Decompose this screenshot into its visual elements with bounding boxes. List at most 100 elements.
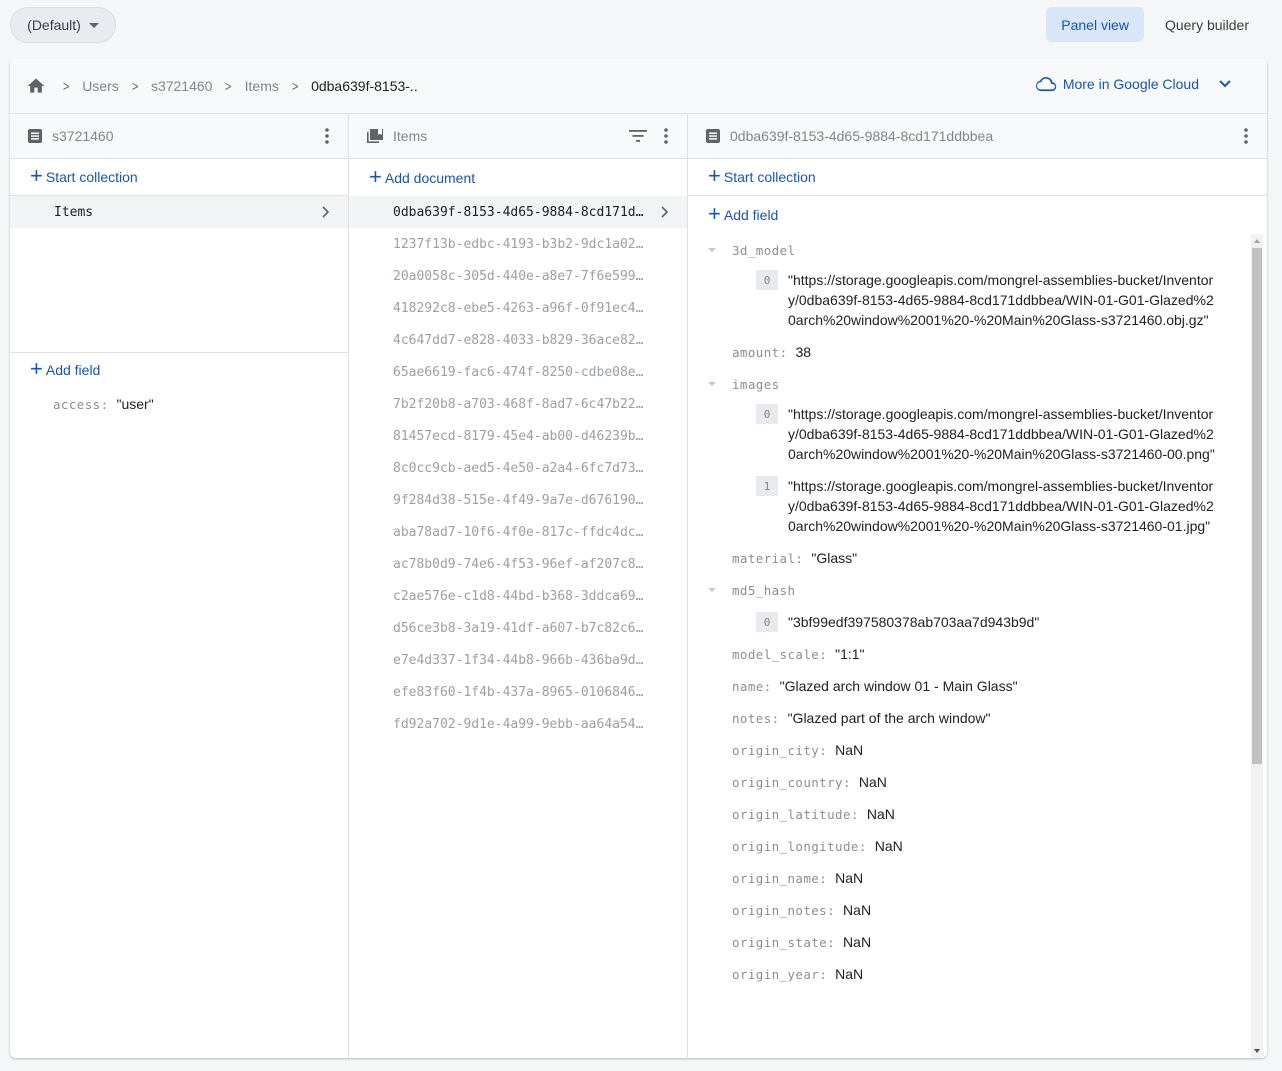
document-id: aba78ad7-10f6-4f0e-817c-ffdc4dc… [393, 524, 644, 540]
array-value: "3bf99edf397580378ab703aa7d943b9d" [788, 614, 1040, 630]
database-selector[interactable]: (Default) [10, 7, 116, 43]
user-fields-section: + Add field access: "user" [10, 352, 348, 421]
home-icon[interactable] [26, 76, 46, 96]
collection-name: Items [54, 204, 94, 220]
more-in-google-cloud-button[interactable]: More in Google Cloud [1035, 76, 1231, 92]
breadcrumb-user-doc[interactable]: s3721460 [151, 78, 213, 94]
add-document-label: Add document [384, 169, 476, 186]
document-item[interactable]: d56ce3b8-3a19-41df-a607-b7c82c6… [349, 612, 687, 644]
panel-header: 0dba639f-8153-4d65-9884-8cd171ddbbea [688, 114, 1267, 159]
document-item[interactable]: 1237f13b-edbc-4193-b3b2-9dc1a02… [349, 228, 687, 260]
field-value: "1:1" [835, 646, 865, 662]
document-list: 0dba639f-8153-4d65-9884-8cd171d… 1237f13… [349, 196, 687, 740]
field-row[interactable]: access: "user" [10, 387, 348, 421]
document-id: fd92a702-9d1e-4a99-9ebb-aa64a54… [393, 716, 644, 732]
field-key: origin_state: [732, 934, 836, 950]
field-row[interactable]: origin_notes: NaN [688, 894, 1249, 926]
document-item[interactable]: 65ae6619-fac6-474f-8250-cdbe08e… [349, 356, 687, 388]
start-collection-button[interactable]: + Start collection [688, 159, 1267, 196]
add-field-button[interactable]: + Add field [688, 196, 1267, 233]
field-row[interactable]: origin_name: NaN [688, 862, 1249, 894]
field-row[interactable]: origin_city: NaN [688, 734, 1249, 766]
field-row[interactable]: origin_year: NaN [688, 958, 1249, 990]
document-id: c2ae576e-c1d8-44bd-b368-3ddca69… [393, 588, 644, 604]
array-item[interactable]: 0 "3bf99edf397580378ab703aa7d943b9d" [688, 612, 1249, 632]
document-item[interactable]: 8c0cc9cb-aed5-4e50-a2a4-6fc7d73… [349, 452, 687, 484]
panel-title: s3721460 [52, 128, 114, 144]
array-item[interactable]: 0 "https://storage.googleapis.com/mongre… [688, 404, 1249, 464]
field-row[interactable]: origin_longitude: NaN [688, 830, 1249, 862]
breadcrumb-current-doc[interactable]: 0dba639f-8153-.. [311, 78, 418, 94]
collapse-triangle-icon[interactable] [708, 588, 716, 592]
document-item[interactable]: 4c647dd7-e828-4033-b829-36ace82… [349, 324, 687, 356]
array-value: "https://storage.googleapis.com/mongrel-… [788, 478, 1214, 534]
chevron-right-icon: > [291, 77, 299, 94]
scroll-down-arrow-icon[interactable] [1254, 1049, 1260, 1053]
field-value: "user" [116, 396, 154, 412]
document-item[interactable]: 7b2f20b8-a703-468f-8ad7-6c47b22… [349, 388, 687, 420]
field-value: NaN [835, 742, 864, 758]
more-options-icon[interactable] [1237, 127, 1255, 145]
scrollbar-thumb[interactable] [1252, 248, 1262, 764]
breadcrumb-users[interactable]: Users [82, 78, 119, 94]
array-value: "https://storage.googleapis.com/mongrel-… [788, 272, 1214, 328]
add-document-button[interactable]: + Add document [349, 159, 687, 196]
field-row-images[interactable]: images [688, 368, 1249, 400]
document-item[interactable]: ac78b0d9-74e6-4f53-96ef-af207c8… [349, 548, 687, 580]
collapse-triangle-icon[interactable] [708, 248, 716, 252]
chevron-right-icon [661, 206, 669, 218]
more-options-icon[interactable] [657, 127, 675, 145]
document-item[interactable]: aba78ad7-10f6-4f0e-817c-ffdc4dc… [349, 516, 687, 548]
fields-scrollbar[interactable] [1251, 234, 1263, 1058]
document-item[interactable]: 20a0058c-305d-440e-a8e7-7f6e599… [349, 260, 687, 292]
field-value: NaN [874, 838, 903, 854]
field-value: "Glass" [811, 550, 858, 566]
collapse-triangle-icon[interactable] [708, 382, 716, 386]
panel-title: Items [393, 128, 428, 144]
document-item[interactable]: efe83f60-1f4b-437a-8965-0106846… [349, 676, 687, 708]
document-item[interactable]: 9f284d38-515e-4f49-9a7e-d676190… [349, 484, 687, 516]
add-field-button[interactable]: + Add field [10, 353, 348, 387]
document-item[interactable]: fd92a702-9d1e-4a99-9ebb-aa64a54… [349, 708, 687, 740]
plus-icon: + [30, 356, 43, 381]
field-row-md5-hash[interactable]: md5_hash [688, 574, 1249, 606]
field-row[interactable]: notes: "Glazed part of the arch window" [688, 702, 1249, 734]
field-row-material[interactable]: material: "Glass" [688, 542, 1249, 574]
more-options-icon[interactable] [318, 127, 336, 145]
collection-item-items[interactable]: Items [10, 196, 348, 228]
field-row[interactable]: name: "Glazed arch window 01 - Main Glass… [688, 670, 1249, 702]
field-key: origin_city: [732, 742, 828, 758]
chevron-right-icon: > [131, 77, 139, 94]
document-item[interactable]: 81457ecd-8179-45e4-ab00-d46239b… [349, 420, 687, 452]
field-row-amount[interactable]: amount: 38 [688, 336, 1249, 368]
document-item[interactable]: c2ae576e-c1d8-44bd-b368-3ddca69… [349, 580, 687, 612]
array-index: 1 [756, 476, 778, 496]
start-collection-button[interactable]: + Start collection [10, 159, 348, 196]
field-value: NaN [843, 902, 872, 918]
field-key: origin_name: [732, 870, 828, 886]
field-row[interactable]: model_scale: "1:1" [688, 638, 1249, 670]
scroll-up-arrow-icon[interactable] [1254, 239, 1260, 243]
field-row[interactable]: origin_state: NaN [688, 926, 1249, 958]
field-row-3d-model[interactable]: 3d_model [688, 234, 1249, 266]
database-selector-label: (Default) [27, 17, 81, 33]
document-icon [28, 129, 42, 143]
field-row[interactable]: origin_country: NaN [688, 766, 1249, 798]
plus-icon: + [369, 163, 382, 189]
array-item[interactable]: 0 "https://storage.googleapis.com/mongre… [688, 270, 1249, 330]
document-id: 65ae6619-fac6-474f-8250-cdbe08e… [393, 364, 644, 380]
document-item[interactable]: 418292c8-ebe5-4263-a96f-0f91ec4… [349, 292, 687, 324]
array-item[interactable]: 1 "https://storage.googleapis.com/mongre… [688, 476, 1249, 536]
collection-icon [367, 129, 383, 143]
query-builder-button[interactable]: Query builder [1150, 7, 1264, 42]
firestore-data-card: > Users > s3721460 > Items > 0dba639f-81… [10, 58, 1267, 1058]
document-item[interactable]: 0dba639f-8153-4d65-9884-8cd171d… [349, 196, 687, 228]
caret-down-icon [88, 22, 99, 28]
chevron-right-icon: > [62, 77, 70, 94]
filter-icon[interactable] [629, 130, 647, 142]
breadcrumb-items[interactable]: Items [245, 78, 279, 94]
panel-view-button[interactable]: Panel view [1046, 7, 1144, 42]
document-item[interactable]: e7e4d337-1f34-44b8-966b-436ba9d… [349, 644, 687, 676]
document-id: 7b2f20b8-a703-468f-8ad7-6c47b22… [393, 396, 644, 412]
field-row[interactable]: origin_latitude: NaN [688, 798, 1249, 830]
